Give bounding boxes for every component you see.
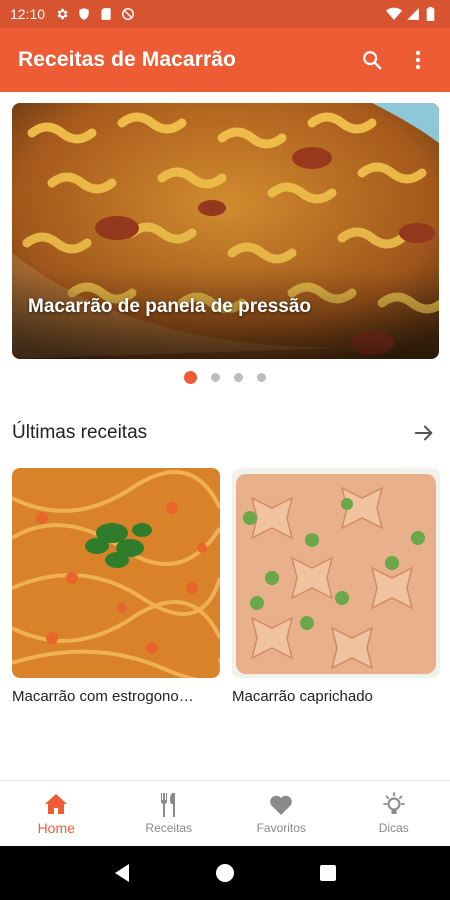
nav-label: Home — [37, 820, 75, 836]
signal-icon — [406, 7, 420, 21]
gear-icon — [55, 7, 69, 21]
pasta-pressure-cooker-image — [12, 103, 439, 359]
carousel-dot[interactable] — [184, 371, 197, 384]
recipe-card-image — [12, 468, 220, 678]
do-not-disturb-icon — [121, 7, 135, 21]
carousel-dot[interactable] — [211, 373, 220, 382]
shield-icon — [77, 7, 91, 21]
back-icon[interactable] — [110, 861, 134, 885]
recipe-card[interactable]: Macarrão caprichado — [232, 468, 440, 705]
sd-card-icon — [99, 7, 113, 21]
wifi-icon — [386, 7, 402, 21]
lightbulb-icon — [381, 792, 407, 818]
status-time: 12:10 — [10, 6, 46, 22]
recipe-card[interactable]: Macarrão com estrogono… — [12, 468, 220, 705]
recipe-card-title: Macarrão com estrogono… — [12, 688, 194, 705]
recipe-card-image — [232, 468, 440, 678]
home-circle-icon[interactable] — [213, 861, 237, 885]
carousel-dot[interactable] — [257, 373, 266, 382]
section-title: Últimas receitas — [12, 422, 148, 443]
arrow-forward-icon[interactable] — [410, 419, 438, 447]
fork-knife-icon — [156, 792, 182, 818]
recents-icon[interactable] — [316, 861, 340, 885]
status-bar: 12:10 — [0, 0, 450, 28]
nav-item-dicas[interactable]: Dicas — [338, 781, 450, 846]
nav-item-home[interactable]: Home — [0, 781, 113, 846]
nav-label: Favoritos — [256, 821, 306, 835]
bottom-navigation: Home Receitas Favoritos Dicas — [0, 780, 450, 846]
home-icon — [43, 791, 69, 817]
nav-label: Dicas — [378, 821, 409, 835]
nav-item-receitas[interactable]: Receitas — [113, 781, 226, 846]
latest-recipes-header: Últimas receitas — [12, 418, 438, 448]
battery-icon — [426, 7, 440, 21]
heart-icon — [268, 792, 294, 818]
nav-label: Receitas — [145, 821, 193, 835]
app-bar: Receitas de Macarrão — [0, 28, 450, 92]
system-navigation-bar — [0, 846, 450, 900]
featured-carousel-slide[interactable] — [12, 103, 439, 359]
more-vert-icon[interactable] — [404, 46, 432, 74]
recipe-card-title: Macarrão caprichado — [232, 688, 373, 705]
carousel-indicator — [0, 371, 450, 384]
carousel-slide-title: Macarrão de panela de pressão — [28, 296, 312, 317]
carousel-dot[interactable] — [234, 373, 243, 382]
app-title: Receitas de Macarrão — [18, 48, 236, 71]
search-icon[interactable] — [358, 46, 386, 74]
nav-item-favoritos[interactable]: Favoritos — [225, 781, 338, 846]
